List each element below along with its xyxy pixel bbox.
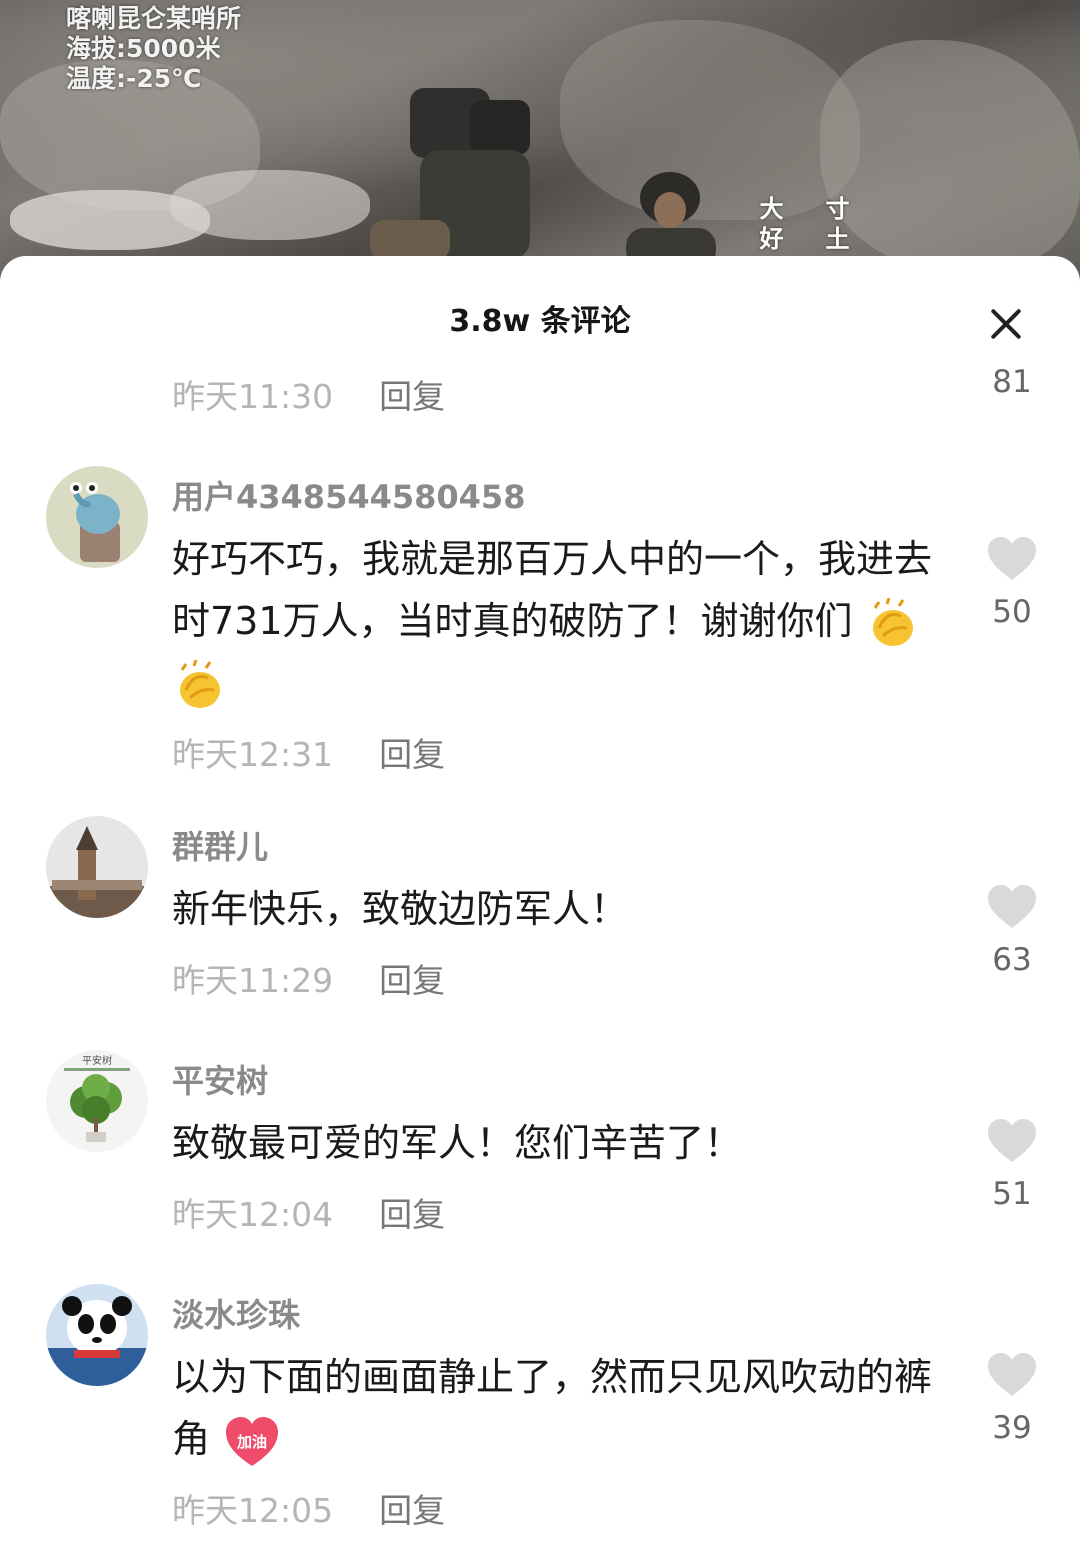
comment-count-title: 3.8w 条评论 xyxy=(449,304,631,339)
comment-username[interactable]: 用户4348544580458 xyxy=(172,472,525,518)
reply-button[interactable]: 回复 xyxy=(379,728,445,776)
comment-meta: 昨天11:29 回复 xyxy=(172,954,445,1002)
like-column: 51 xyxy=(980,1118,1044,1212)
like-count: 50 xyxy=(992,594,1032,630)
like-column: 81 xyxy=(980,364,1044,400)
overlay-temperature: 温度:-25℃ xyxy=(66,64,202,93)
overlay-location: 喀喇昆仑某哨所 xyxy=(66,4,242,33)
clapping-hands-icon xyxy=(180,659,220,708)
heart-icon[interactable] xyxy=(986,536,1038,582)
like-column: 39 xyxy=(980,1352,1044,1446)
vertical-caption-left: 大好 xyxy=(755,196,783,256)
reply-button[interactable]: 回复 xyxy=(379,370,445,418)
avatar-snail-image xyxy=(46,466,148,568)
comment-text: 好巧不巧，我就是那百万人中的一个，我进去时731万人，当时真的破防了！谢谢你们 xyxy=(172,528,942,714)
heart-icon[interactable] xyxy=(986,1352,1038,1398)
reply-button[interactable]: 回复 xyxy=(379,1484,445,1532)
avatar-money-tree-image: 平安树 xyxy=(46,1050,148,1152)
comment-username[interactable]: 群群儿 xyxy=(172,822,268,868)
avatar-panda-image xyxy=(46,1284,148,1386)
like-count: 39 xyxy=(992,1410,1032,1446)
comment-body: 新年快乐，致敬边防军人！ xyxy=(172,887,629,931)
rock-shape xyxy=(820,40,1080,270)
avatar[interactable] xyxy=(46,816,148,918)
like-count: 51 xyxy=(992,1176,1032,1212)
emoji-label: 加油 xyxy=(236,1433,267,1451)
avatar-label: 平安树 xyxy=(82,1054,112,1067)
comment-body: 以为下面的画面静止了，然而只见风吹动的裤角 xyxy=(172,1355,933,1461)
clapping-hands-icon xyxy=(872,597,913,646)
comment-username[interactable]: 淡水珍珠 xyxy=(172,1290,300,1336)
overlay-altitude: 海拔:5000米 xyxy=(66,34,221,63)
video-background[interactable]: 喀喇昆仑某哨所 海拔:5000米 温度:-25℃ 大好 寸土 xyxy=(0,0,1080,300)
comment-meta: 昨天12:04 回复 xyxy=(172,1188,445,1236)
heart-icon[interactable] xyxy=(986,884,1038,930)
reply-button[interactable]: 回复 xyxy=(379,1188,445,1236)
comment-time: 昨天12:05 xyxy=(172,1491,334,1530)
close-icon[interactable] xyxy=(988,306,1024,342)
vertical-caption-right: 寸土 xyxy=(821,196,849,256)
reply-button[interactable]: 回复 xyxy=(379,954,445,1002)
jiayou-heart-icon: 加油 xyxy=(226,1416,279,1466)
comment-time: 昨天11:30 xyxy=(172,377,334,416)
avatar[interactable] xyxy=(46,1284,148,1386)
comment-username[interactable]: 平安树 xyxy=(172,1056,268,1102)
comment-meta: 昨天12:05 回复 xyxy=(172,1484,445,1532)
comment-text: 致敬最可爱的军人！您们辛苦了！ xyxy=(172,1112,942,1174)
comment-meta: 昨天12:31 回复 xyxy=(172,728,445,776)
like-count: 81 xyxy=(992,364,1032,400)
comment-time: 昨天12:31 xyxy=(172,735,334,774)
comment-time: 昨天11:29 xyxy=(172,961,334,1000)
heart-icon[interactable] xyxy=(986,1118,1038,1164)
comment-text: 以为下面的画面静止了，然而只见风吹动的裤角 加油 xyxy=(172,1346,942,1470)
soldier-figure xyxy=(370,88,530,260)
avatar-church-tower-image xyxy=(46,816,148,918)
snow-patch xyxy=(170,170,370,240)
comment-body: 好巧不巧，我就是那百万人中的一个，我进去时731万人，当时真的破防了！谢谢你们 xyxy=(172,537,933,643)
comment-body: 致敬最可爱的军人！您们辛苦了！ xyxy=(172,1121,743,1165)
soldier-figure xyxy=(626,172,716,260)
comment-sheet: 3.8w 条评论 昨天11:30 回复 81 用户4348544580458 好巧… xyxy=(0,256,1080,1548)
comment-time: 昨天12:04 xyxy=(172,1195,334,1234)
like-count: 63 xyxy=(992,942,1032,978)
avatar[interactable] xyxy=(46,466,148,568)
like-column: 63 xyxy=(980,884,1044,978)
comment-text: 新年快乐，致敬边防军人！ xyxy=(172,878,942,940)
like-column: 50 xyxy=(980,536,1044,630)
location-overlay: 喀喇昆仑某哨所 海拔:5000米 温度:-25℃ xyxy=(66,4,241,94)
avatar[interactable]: 平安树 xyxy=(46,1050,148,1152)
comment-meta: 昨天11:30 回复 xyxy=(172,370,445,418)
